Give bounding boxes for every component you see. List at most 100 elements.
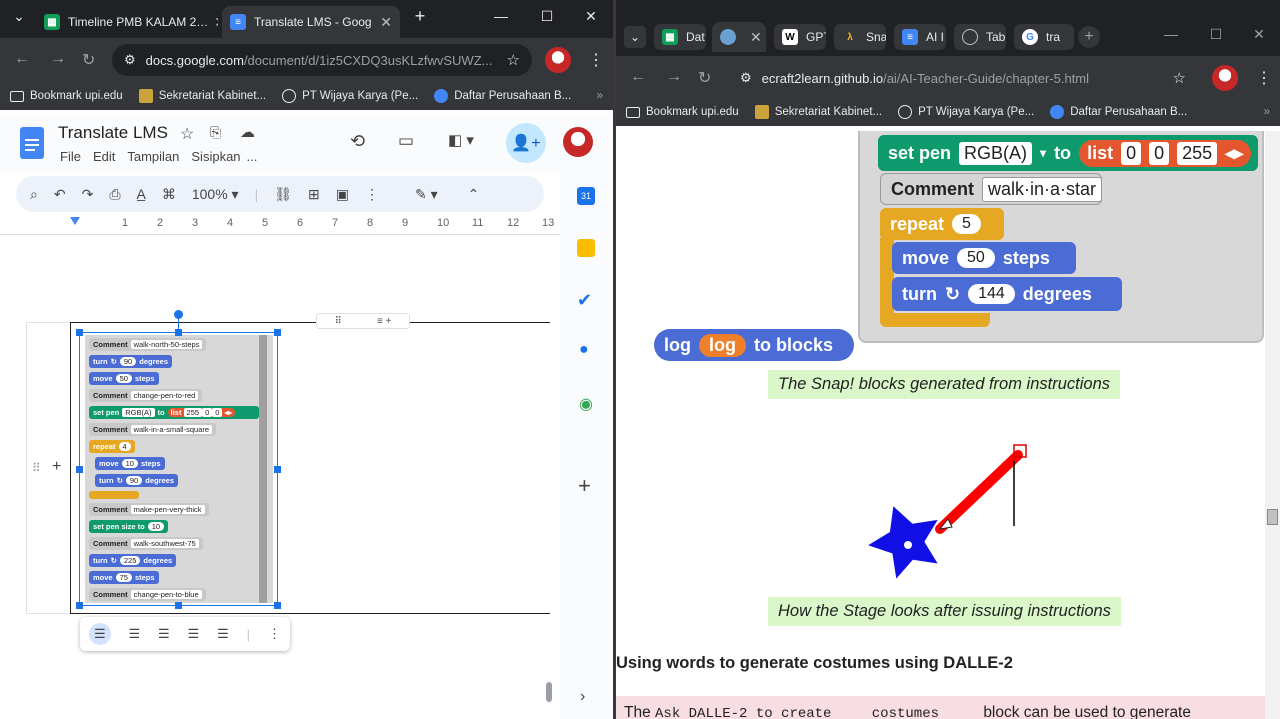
undo-icon[interactable]: ↶: [54, 186, 66, 203]
version-history-icon[interactable]: ⟲: [350, 131, 365, 152]
back-icon[interactable]: ←: [630, 68, 646, 86]
behind-text-icon[interactable]: ☰: [188, 626, 200, 642]
bookmark-wika[interactable]: PT Wijaya Karya (Pe...: [282, 89, 418, 103]
reload-icon[interactable]: ↻: [698, 68, 711, 88]
tab-wikipedia[interactable]: W GPT: [774, 24, 826, 50]
tab-docs[interactable]: ≡ AI I: [894, 24, 946, 50]
vertical-scrollbar[interactable]: [546, 682, 552, 702]
chevron-up-icon[interactable]: ⌃: [468, 186, 480, 203]
bookmark-daftar[interactable]: Daftar Perusahaan B...: [434, 89, 571, 103]
tab-snap-lambda[interactable]: λ Sna: [834, 24, 886, 50]
menu-edit[interactable]: Edit: [93, 149, 115, 164]
break-text-icon[interactable]: ☰: [158, 626, 170, 642]
menu-view[interactable]: Tampilan: [127, 149, 179, 164]
share-button[interactable]: 👤+: [506, 123, 546, 163]
bookmark-star-icon[interactable]: ☆: [1173, 69, 1186, 87]
minimize-button[interactable]: —: [486, 8, 516, 24]
close-icon[interactable]: ✕: [374, 14, 392, 31]
close-window-button[interactable]: ✕: [1244, 26, 1274, 43]
page-scrollbar[interactable]: [1265, 131, 1280, 719]
resize-handle[interactable]: [175, 602, 182, 609]
site-info-icon[interactable]: ⚙: [740, 70, 752, 86]
menu-insert[interactable]: Sisipkan: [191, 149, 240, 164]
resize-handle[interactable]: [175, 329, 182, 336]
contacts-icon[interactable]: ●: [579, 341, 589, 359]
zoom-select[interactable]: 100% ▾: [192, 186, 239, 203]
document-canvas[interactable]: ⠿ + ⠿ ≡ + Comment walk-north-50-steps turn…: [0, 236, 560, 719]
resize-handle[interactable]: [76, 466, 83, 473]
image-options-handle[interactable]: ⠿ ≡ +: [316, 313, 410, 329]
close-icon[interactable]: ✕: [208, 14, 218, 31]
calendar-icon[interactable]: 31: [577, 187, 595, 205]
add-comment-icon[interactable]: ⊞: [308, 186, 320, 203]
bookmark-daftar[interactable]: Daftar Perusahaan B...: [1050, 105, 1187, 119]
forward-icon[interactable]: →: [666, 68, 682, 86]
resize-handle[interactable]: [274, 329, 281, 336]
tab-search-icon[interactable]: ⌄: [624, 26, 646, 48]
tasks-icon[interactable]: ✔: [577, 290, 592, 311]
resize-handle[interactable]: [274, 466, 281, 473]
inline-icon[interactable]: ☰: [88, 623, 111, 645]
site-info-icon[interactable]: ⚙: [124, 52, 136, 68]
menu-icon[interactable]: ⋮: [1256, 68, 1272, 88]
rotate-handle[interactable]: [174, 310, 183, 319]
address-bar[interactable]: ⚙ docs.google.com/document/d/1iz5CXDQ3us…: [112, 44, 532, 76]
search-icon[interactable]: ⌕: [30, 186, 38, 203]
docs-logo-icon[interactable]: [20, 127, 44, 159]
maps-icon[interactable]: ◉: [579, 394, 593, 414]
paint-format-icon[interactable]: ⌘: [162, 186, 176, 203]
new-tab-button[interactable]: +: [405, 6, 435, 27]
drag-handle-icon[interactable]: ⠿: [32, 461, 41, 475]
cloud-status-icon[interactable]: ☁: [240, 123, 255, 141]
reload-icon[interactable]: ↻: [82, 50, 95, 70]
resize-handle[interactable]: [76, 329, 83, 336]
add-row-icon[interactable]: +: [52, 458, 61, 476]
wrap-text-icon[interactable]: ☰: [128, 626, 140, 642]
menu-icon[interactable]: ⋮: [588, 50, 604, 70]
bookmark-setkab[interactable]: Sekretariat Kabinet...: [754, 105, 882, 119]
account-avatar[interactable]: [563, 127, 593, 157]
move-icon[interactable]: ⎘: [210, 124, 221, 141]
maximize-button[interactable]: ☐: [1201, 26, 1231, 43]
profile-avatar[interactable]: [545, 47, 571, 73]
minimize-button[interactable]: —: [1156, 26, 1186, 42]
menu-file[interactable]: File: [60, 149, 81, 164]
print-icon[interactable]: ⎙: [109, 186, 120, 203]
bookmark-folder-upi[interactable]: Bookmark upi.edu: [10, 90, 123, 102]
bookmark-setkab[interactable]: Sekretariat Kabinet...: [138, 89, 266, 103]
tab-search-button[interactable]: ⌄: [4, 8, 34, 25]
meet-icon[interactable]: ◧ ▾: [448, 131, 474, 149]
bookmark-wika[interactable]: PT Wijaya Karya (Pe...: [898, 105, 1034, 119]
chevron-right-icon[interactable]: ›: [580, 688, 585, 706]
redo-icon[interactable]: ↷: [82, 186, 94, 203]
more-icon[interactable]: ⋮: [365, 186, 379, 203]
more-bookmarks-icon[interactable]: »: [1264, 106, 1270, 118]
document-title[interactable]: Translate LMS: [58, 123, 168, 143]
new-tab-button[interactable]: +: [1078, 26, 1100, 48]
maximize-button[interactable]: ☐: [532, 8, 562, 25]
tab-timeline[interactable]: ▦ Timeline PMB KALAM 2… ✕: [36, 6, 218, 38]
forward-icon[interactable]: →: [50, 50, 66, 68]
tab-snap[interactable]: ✕: [712, 22, 766, 52]
align-icon[interactable]: ≡ +: [377, 316, 391, 327]
profile-avatar[interactable]: [1212, 65, 1238, 91]
selected-image[interactable]: Comment walk-north-50-steps turn ↻ 90 degree…: [76, 310, 281, 609]
tab-translate-lms[interactable]: ≡ Translate LMS - Google… ✕: [222, 6, 400, 38]
comment-icon[interactable]: ▭: [398, 131, 414, 151]
ruler[interactable]: 1 2 3 4 5 6 7 8 9 10 11 12 13: [0, 215, 560, 235]
resize-handle[interactable]: [274, 602, 281, 609]
resize-handle[interactable]: [76, 602, 83, 609]
star-icon[interactable]: ☆: [180, 124, 194, 144]
link-icon[interactable]: ⛓: [274, 186, 292, 203]
front-text-icon[interactable]: ☰: [217, 626, 229, 642]
tab-globe[interactable]: Tab: [954, 24, 1006, 50]
bookmark-folder-upi[interactable]: Bookmark upi.edu: [626, 106, 739, 118]
address-bar[interactable]: ⚙ ecraft2learn.github.io/ai/AI-Teacher-G…: [728, 62, 1198, 94]
more-bookmarks-icon[interactable]: »: [597, 90, 603, 102]
keep-icon[interactable]: [577, 239, 595, 257]
editing-mode-icon[interactable]: ✎ ▾: [415, 186, 438, 203]
bookmark-star-icon[interactable]: ☆: [499, 51, 520, 69]
insert-image-icon[interactable]: ▣: [336, 186, 349, 203]
close-window-button[interactable]: ✕: [576, 8, 606, 25]
menu-more[interactable]: ...: [247, 149, 258, 164]
